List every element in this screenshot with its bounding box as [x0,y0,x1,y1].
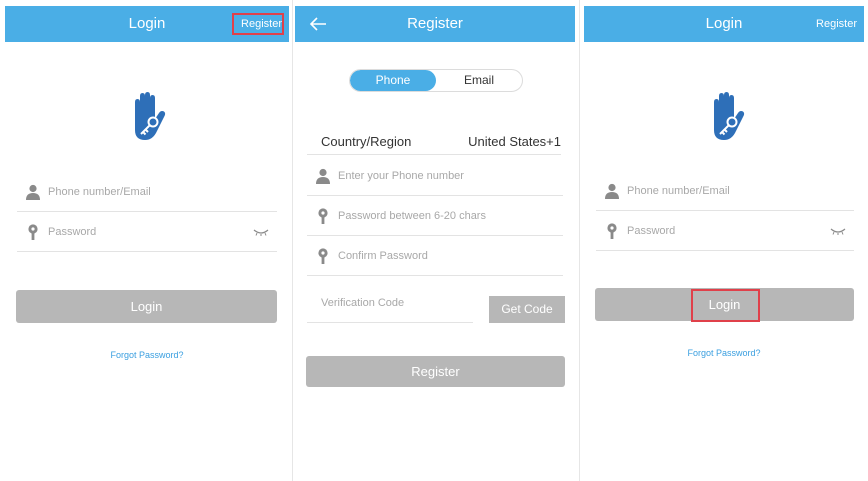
forgot-password-link[interactable]: Forgot Password? [5,350,289,360]
country-value: United States+1 [468,134,561,149]
verification-code-placeholder: Verification Code [321,297,405,309]
phone-number-field[interactable]: Enter your Phone number [307,156,563,196]
eye-closed-icon[interactable] [253,228,269,236]
password-field[interactable]: Password [596,211,854,251]
key-pin-icon [318,248,328,264]
topbar: Login Register [584,6,864,42]
confirm-password-placeholder: Confirm Password [338,250,428,262]
screen-divider-right [579,0,580,481]
user-icon [26,184,40,200]
account-placeholder: Phone number/Email [48,186,151,198]
register-method-toggle: Phone Email [349,69,523,92]
password-placeholder: Password [627,225,676,237]
account-field[interactable]: Phone number/Email [596,171,854,211]
login-screen-2: Login Register Phone number/Email Passwo… [584,6,864,481]
highlight-register-link [232,13,284,35]
key-pin-icon [28,224,38,240]
account-field[interactable]: Phone number/Email [17,172,277,212]
verification-code-field[interactable]: Verification Code [307,289,473,323]
register-link[interactable]: Register [816,6,857,42]
password-field[interactable]: Password between 6-20 chars [307,196,563,236]
password-placeholder: Password [48,226,97,238]
confirm-password-field[interactable]: Confirm Password [307,236,563,276]
tab-phone[interactable]: Phone [350,70,436,91]
password-placeholder: Password between 6-20 chars [338,210,486,222]
get-code-button[interactable]: Get Code [489,296,565,323]
country-region-selector[interactable]: Country/Region United States+1 [307,127,561,155]
user-icon [605,183,619,199]
topbar: Register [295,6,575,42]
login-screen-1: Login Register Phone number/Email Passwo… [5,6,289,481]
password-field[interactable]: Password [17,212,277,252]
user-icon [316,168,330,184]
phone-placeholder: Enter your Phone number [338,170,464,182]
register-screen: Register Phone Email Country/Region Unit… [295,6,575,481]
forgot-password-link[interactable]: Forgot Password? [584,348,864,358]
screen-divider-left [292,0,293,481]
hand-key-icon [714,92,745,140]
page-title: Register [407,15,463,32]
country-label: Country/Region [321,134,412,149]
tab-email[interactable]: Email [436,70,522,91]
highlight-login-button [691,289,760,322]
key-pin-icon [607,223,617,239]
hand-key-icon [135,92,166,140]
login-button[interactable]: Login [16,290,277,323]
account-placeholder: Phone number/Email [627,185,730,197]
register-button[interactable]: Register [306,356,565,387]
eye-closed-icon[interactable] [830,227,846,235]
key-pin-icon [318,208,328,224]
